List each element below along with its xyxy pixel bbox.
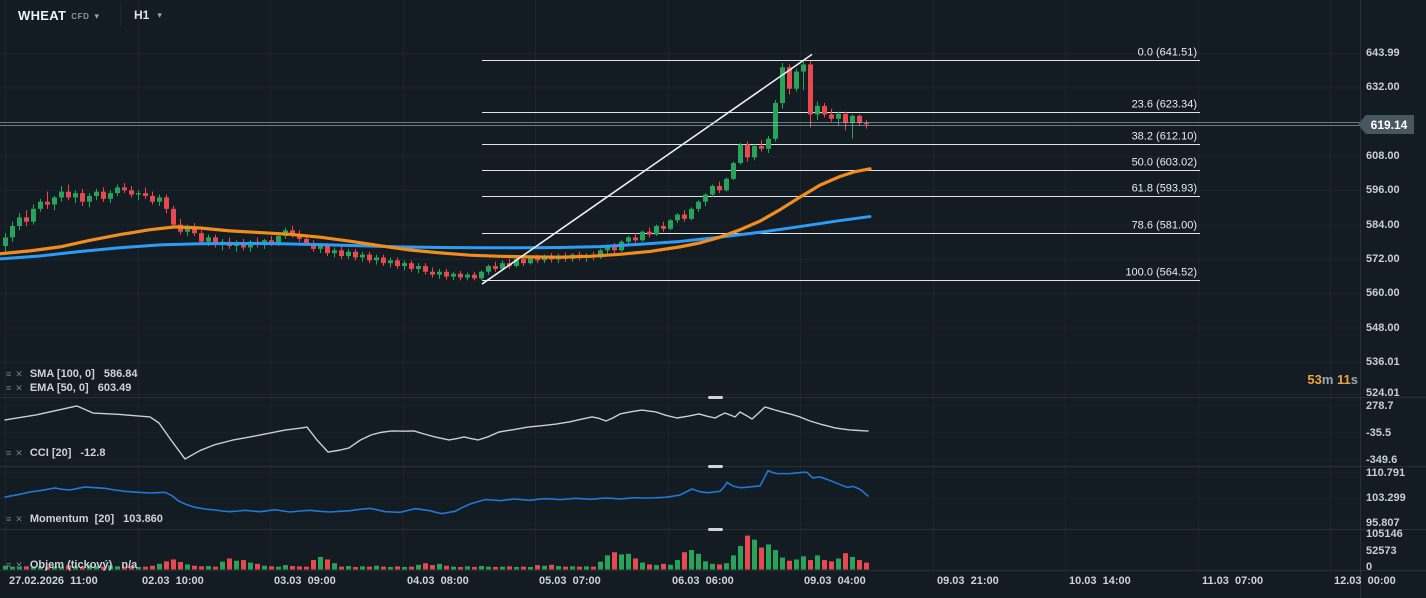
topbar-divider bbox=[120, 4, 121, 26]
momentum-axis-label: 103.299 bbox=[1366, 492, 1406, 504]
legend-row-momentum: ≡ ✕ Momentum [20] 103.860 bbox=[6, 513, 163, 525]
svg-text:61.8 (593.93): 61.8 (593.93) bbox=[1132, 183, 1197, 195]
indicator-value: 103.860 bbox=[123, 513, 163, 525]
price-axis-label: 524.01 bbox=[1366, 387, 1400, 399]
price-axis-label: 584.00 bbox=[1366, 218, 1400, 231]
countdown-seconds-unit: s bbox=[1350, 372, 1358, 387]
svg-text:100.0 (564.52): 100.0 (564.52) bbox=[1125, 267, 1197, 279]
indicator-settings-icon[interactable]: ≡ bbox=[6, 369, 11, 379]
time-axis-label: 03.03 09:00 bbox=[274, 575, 336, 587]
indicator-value: 586.84 bbox=[103, 368, 138, 380]
symbol-name: WHEAT bbox=[18, 8, 67, 23]
svg-text:38.2 (612.10): 38.2 (612.10) bbox=[1132, 131, 1197, 143]
indicator-remove-icon[interactable]: ✕ bbox=[15, 383, 23, 393]
cci-line-layer bbox=[4, 405, 869, 460]
countdown-minutes-unit: m bbox=[1321, 372, 1334, 387]
price-axis-label: 560.00 bbox=[1366, 287, 1400, 300]
candle-countdown: 53m 11s bbox=[1270, 372, 1358, 387]
timeframe-selector[interactable]: H1 ▾ bbox=[134, 8, 162, 22]
indicator-settings-icon[interactable]: ≡ bbox=[6, 383, 11, 393]
time-axis-label: 09.03 04:00 bbox=[804, 575, 866, 587]
indicator-name: CCI [20] bbox=[29, 447, 72, 459]
price-axis-label: 596.00 bbox=[1366, 184, 1400, 197]
indicator-remove-icon[interactable]: ✕ bbox=[15, 514, 23, 524]
time-axis-label: 11.03 07:00 bbox=[1202, 575, 1264, 587]
panel-resize-handle[interactable] bbox=[708, 528, 723, 531]
svg-text:50.0 (603.02): 50.0 (603.02) bbox=[1132, 157, 1197, 169]
price-axis-label: 572.00 bbox=[1366, 252, 1400, 265]
indicator-value: n/a bbox=[121, 559, 138, 571]
countdown-minutes: 53 bbox=[1307, 372, 1322, 387]
moving-averages-layer bbox=[0, 167, 872, 261]
momentum-line-layer bbox=[4, 469, 869, 515]
price-axis-label: 608.00 bbox=[1366, 149, 1400, 162]
panel-separators bbox=[0, 0, 1426, 598]
time-axis-label: 10.03 14:00 bbox=[1069, 575, 1131, 587]
price-axis-label: 536.01 bbox=[1366, 355, 1400, 368]
time-axis-label: 27.02.2026 11:00 bbox=[9, 575, 98, 587]
time-axis-label: 12.03 00:00 bbox=[1334, 575, 1396, 587]
time-axis-label: 05.03 07:00 bbox=[539, 575, 601, 587]
time-axis-label: 09.03 21:00 bbox=[937, 575, 999, 587]
panel-resize-handle[interactable] bbox=[708, 465, 723, 468]
indicator-name: SMA [100, 0] bbox=[29, 368, 95, 380]
chevron-down-icon[interactable]: ▾ bbox=[157, 10, 162, 21]
trading-chart-window: 0.0 (641.51) 23.6 (623.34) 38.2 (612.10) 50… bbox=[0, 0, 1426, 598]
momentum-axis-label: 110.791 bbox=[1366, 467, 1406, 479]
current-price-badge: 619.14 bbox=[1358, 115, 1414, 134]
indicator-remove-icon[interactable]: ✕ bbox=[15, 560, 23, 570]
symbol-selector[interactable]: WHEAT CFD ▾ bbox=[18, 8, 99, 23]
market-type-badge: CFD bbox=[71, 12, 90, 21]
cci-axis-label: -349.6 bbox=[1366, 453, 1398, 466]
indicator-value: -12.8 bbox=[80, 447, 106, 459]
legend-row-ema: ≡ ✕ EMA [50, 0] 603.49 bbox=[6, 382, 131, 394]
legend-row-cci: ≡ ✕ CCI [20] -12.8 bbox=[6, 447, 105, 459]
timeframe-label: H1 bbox=[134, 8, 150, 22]
legend-row-volume: ≡ ✕ Objem (tickový) n/a bbox=[6, 559, 137, 571]
time-axis-label: 06.03 06:00 bbox=[672, 575, 734, 587]
panel-resize-handle[interactable] bbox=[708, 396, 723, 399]
indicator-name: EMA [50, 0] bbox=[29, 382, 89, 394]
indicator-settings-icon[interactable]: ≡ bbox=[6, 560, 11, 570]
chevron-down-icon[interactable]: ▾ bbox=[94, 11, 99, 22]
countdown-seconds: 11 bbox=[1337, 372, 1351, 387]
indicator-settings-icon[interactable]: ≡ bbox=[6, 514, 11, 524]
indicator-value: 603.49 bbox=[97, 382, 132, 394]
price-axis-label: 548.00 bbox=[1366, 321, 1400, 334]
trend-line[interactable] bbox=[481, 53, 813, 285]
indicator-settings-icon[interactable]: ≡ bbox=[6, 448, 11, 458]
legend-row-sma: ≡ ✕ SMA [100, 0] 586.84 bbox=[6, 368, 137, 380]
indicator-name: Objem (tickový) bbox=[29, 559, 113, 571]
volume-axis-label: 52573 bbox=[1366, 544, 1397, 557]
cci-axis-label: 278.7 bbox=[1366, 400, 1394, 412]
grid-layer bbox=[0, 0, 1361, 571]
time-axis-label: 02.03 10:00 bbox=[142, 575, 204, 587]
indicator-name: Momentum [20] bbox=[29, 513, 115, 525]
svg-text:23.6 (623.34): 23.6 (623.34) bbox=[1132, 99, 1197, 111]
time-axis-label: 04.03 08:00 bbox=[407, 575, 469, 587]
indicator-remove-icon[interactable]: ✕ bbox=[15, 448, 23, 458]
price-axis-label: 632.00 bbox=[1366, 81, 1400, 94]
volume-axis-label: 105146 bbox=[1366, 528, 1403, 540]
volume-axis-label: 0 bbox=[1366, 561, 1373, 573]
chart-canvas[interactable]: 0.0 (641.51) 23.6 (623.34) 38.2 (612.10) 50… bbox=[0, 0, 1426, 598]
price-axis-label: 643.99 bbox=[1366, 47, 1400, 59]
chart-topbar: WHEAT CFD ▾ H1 ▾ bbox=[0, 0, 1426, 32]
current-price-line bbox=[0, 121, 1361, 126]
indicator-remove-icon[interactable]: ✕ bbox=[15, 369, 23, 379]
cci-axis-label: -35.5 bbox=[1366, 426, 1392, 439]
svg-text:0.0 (641.51): 0.0 (641.51) bbox=[1138, 47, 1197, 59]
svg-text:78.6 (581.00): 78.6 (581.00) bbox=[1132, 220, 1197, 232]
